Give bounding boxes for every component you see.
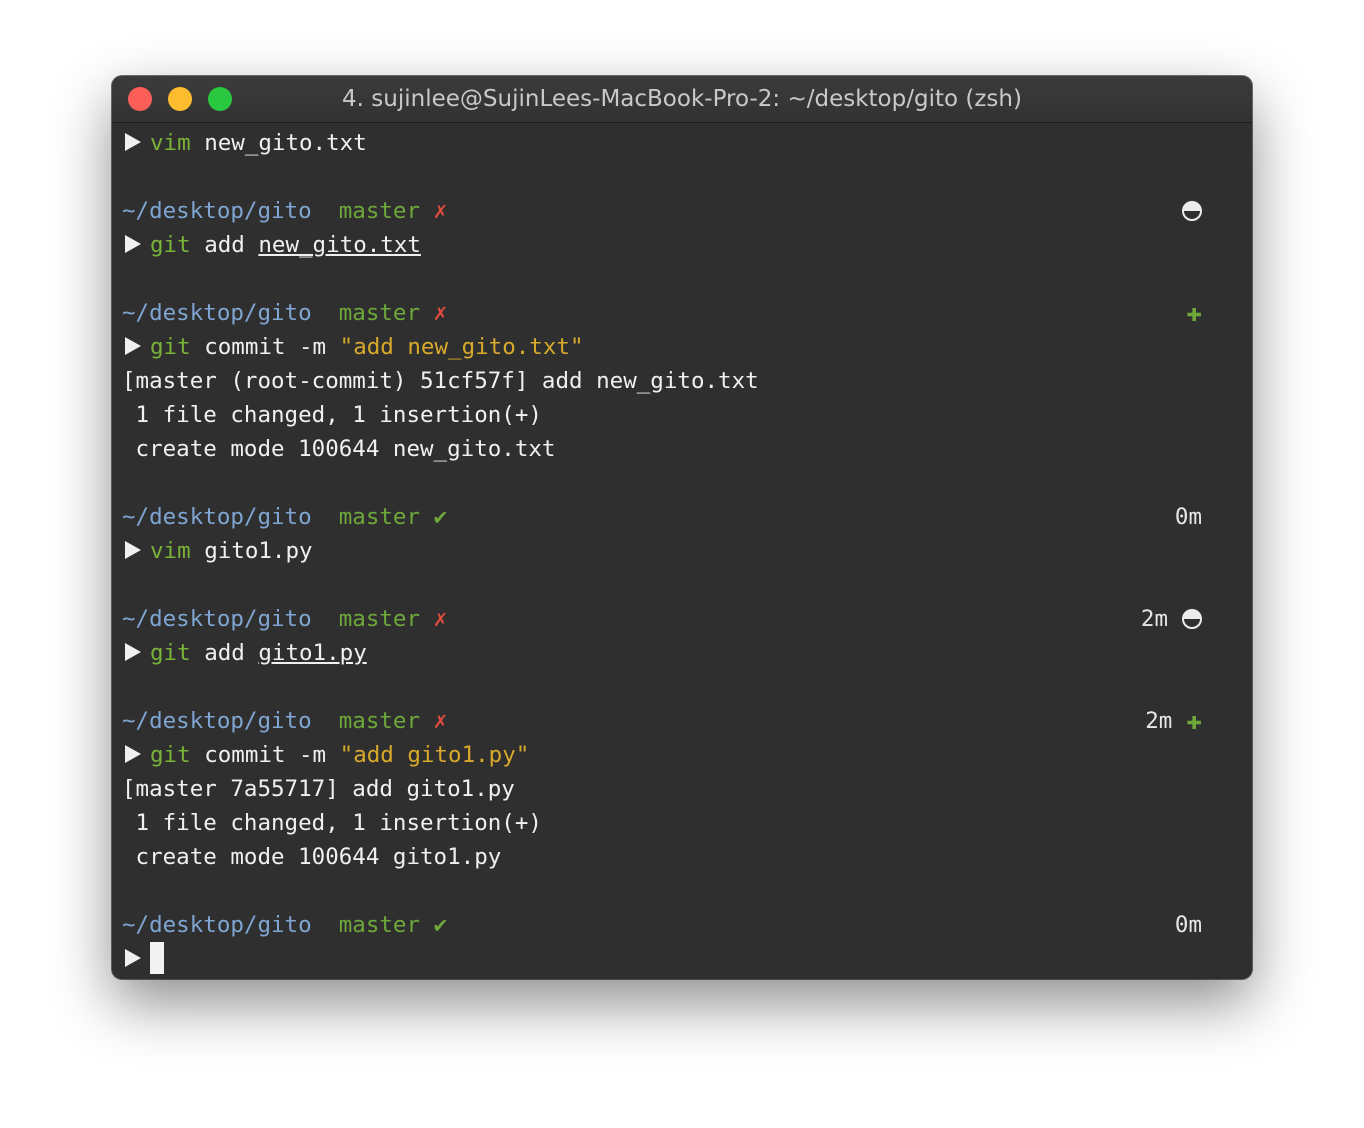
output-line: [master (root-commit) 51cf57f] add new_g… bbox=[122, 368, 759, 394]
prompt-arrow-icon bbox=[125, 643, 141, 661]
window-title: 4. sujinlee@SujinLees-MacBook-Pro-2: ~/d… bbox=[342, 86, 1022, 112]
command-line: vim gito1.py bbox=[122, 534, 1242, 568]
prompt-arrow-icon bbox=[125, 133, 141, 151]
elapsed-time: 0m bbox=[1174, 504, 1202, 530]
title-bar: 4. sujinlee@SujinLees-MacBook-Pro-2: ~/d… bbox=[112, 76, 1252, 123]
prompt-arrow-icon bbox=[125, 235, 141, 253]
prompt-arrow-icon bbox=[125, 337, 141, 355]
elapsed-time: 2m bbox=[1145, 708, 1173, 734]
command-line: git add new_gito.txt bbox=[122, 228, 1242, 262]
active-command-line[interactable] bbox=[122, 942, 1242, 976]
terminal-output[interactable]: vim new_gito.txt ~/desktop/gito master ✗… bbox=[122, 126, 1242, 976]
prompt-arrow-icon bbox=[125, 949, 141, 967]
output-line: [master 7a55717] add gito1.py bbox=[122, 776, 515, 802]
output-line: create mode 100644 gito1.py bbox=[122, 844, 502, 870]
dirty-mark: ✗ bbox=[433, 198, 448, 224]
command-line: git add gito1.py bbox=[122, 636, 1242, 670]
prompt-line: ~/desktop/gito master ✗ bbox=[122, 194, 1242, 228]
text-cursor[interactable] bbox=[150, 942, 164, 974]
elapsed-time: 0m bbox=[1174, 912, 1202, 938]
command-line: git commit -m "add gito1.py" bbox=[122, 738, 1242, 772]
plus-icon: ✚ bbox=[1186, 706, 1202, 736]
elapsed-time: 2m bbox=[1140, 606, 1168, 632]
prompt-arrow-icon bbox=[125, 541, 141, 559]
command-line: git commit -m "add new_gito.txt" bbox=[122, 330, 1242, 364]
prompt-arrow-icon bbox=[125, 745, 141, 763]
prompt-path: ~/desktop/gito bbox=[122, 198, 312, 224]
prompt-line: ~/desktop/gito master ✗ ✚ bbox=[122, 298, 1202, 328]
output-line: 1 file changed, 1 insertion(+) bbox=[122, 810, 542, 836]
output-line: 1 file changed, 1 insertion(+) bbox=[122, 402, 542, 428]
half-circle-icon bbox=[1182, 201, 1202, 221]
prompt-branch: master bbox=[338, 198, 421, 224]
clean-mark: ✔ bbox=[433, 504, 448, 530]
prompt-line: ~/desktop/gito master ✔ 0m bbox=[122, 500, 1242, 534]
prompt-line: ~/desktop/gito master ✔ 0m bbox=[122, 908, 1242, 942]
terminal-window: 4. sujinlee@SujinLees-MacBook-Pro-2: ~/d… bbox=[112, 76, 1252, 979]
plus-icon: ✚ bbox=[1186, 298, 1202, 328]
output-line: create mode 100644 new_gito.txt bbox=[122, 436, 556, 462]
prompt-line: ~/desktop/gito master ✗ 2m ✚ bbox=[122, 706, 1202, 736]
prompt-line: ~/desktop/gito master ✗ 2m bbox=[122, 602, 1242, 636]
half-circle-icon bbox=[1182, 609, 1202, 629]
command-line: vim new_gito.txt bbox=[122, 126, 1242, 160]
